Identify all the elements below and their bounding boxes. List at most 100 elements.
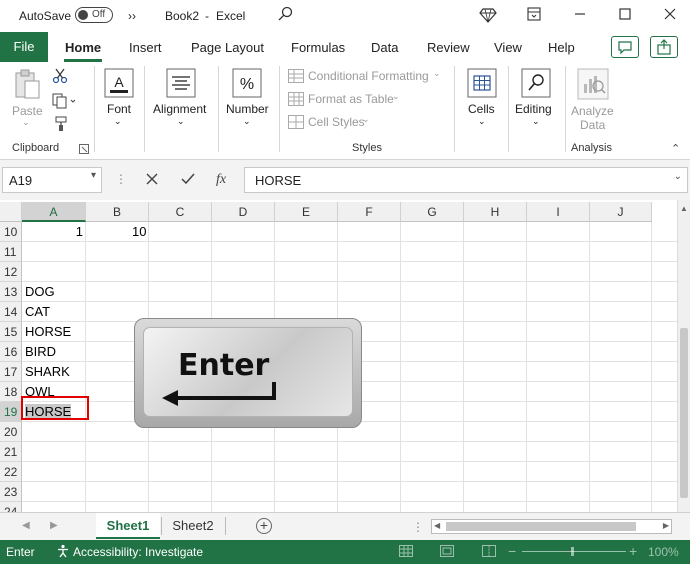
cell-a13[interactable]: DOG (25, 282, 85, 302)
scroll-thumb[interactable] (680, 328, 688, 498)
column-header-f[interactable]: F (338, 202, 401, 222)
cells-button[interactable]: Cells ⌄ (462, 66, 502, 132)
quick-access-overflow[interactable]: ›› (128, 9, 136, 23)
scroll-left-icon[interactable]: ◀ (434, 521, 440, 530)
row-header-11[interactable]: 11 (0, 242, 22, 262)
zoom-slider[interactable] (522, 551, 626, 552)
cell-a10[interactable]: 1 (22, 222, 86, 242)
maximize-icon[interactable] (615, 6, 635, 26)
tab-formulas[interactable]: Formulas (291, 40, 345, 55)
zoom-level[interactable]: 100% (648, 545, 679, 559)
next-sheet-icon[interactable]: ▶ (50, 520, 58, 531)
cell-a16[interactable]: BIRD (25, 342, 85, 362)
row-header-13[interactable]: 13 (0, 282, 22, 302)
column-header-j[interactable]: J (590, 202, 652, 222)
row-header-20[interactable]: 20 (0, 422, 22, 442)
vertical-scrollbar[interactable]: ▲ (677, 200, 690, 512)
paste-label: Paste (12, 104, 43, 118)
close-icon[interactable] (660, 6, 680, 26)
sheet-tab-sheet1[interactable]: Sheet1 (96, 513, 160, 539)
zoom-slider-thumb[interactable] (571, 547, 574, 556)
accessibility-status[interactable]: Accessibility: Investigate (73, 545, 203, 559)
scroll-right-icon[interactable]: ▶ (663, 521, 669, 530)
row-header-10[interactable]: 10 (0, 222, 22, 242)
row-header-23[interactable]: 23 (0, 482, 22, 502)
scroll-up-icon[interactable]: ▲ (680, 204, 688, 213)
cell-a17[interactable]: SHARK (25, 362, 85, 382)
cell-styles-button[interactable]: Cell Styles ⌄ (288, 114, 378, 132)
accessibility-icon[interactable] (56, 544, 70, 561)
tab-help[interactable]: Help (548, 40, 575, 55)
enter-checkmark-icon[interactable] (180, 172, 196, 189)
horizontal-scrollbar[interactable]: ◀ ▶ (431, 519, 672, 534)
font-button[interactable]: A Font ⌄ (100, 66, 138, 132)
name-box[interactable]: A19 ▾ (2, 167, 102, 193)
column-header-a[interactable]: A (22, 202, 86, 222)
format-painter-icon[interactable] (52, 116, 68, 135)
cut-icon[interactable] (52, 68, 68, 87)
search-icon[interactable] (275, 6, 295, 26)
row-header-22[interactable]: 22 (0, 462, 22, 482)
diamond-icon[interactable] (478, 6, 498, 26)
tab-divider (225, 517, 226, 535)
column-header-i[interactable]: I (527, 202, 590, 222)
name-box-dropdown-icon[interactable]: ▾ (91, 170, 96, 181)
analyze-data-icon (577, 68, 609, 100)
minimize-icon[interactable] (570, 6, 590, 26)
expand-formula-icon[interactable]: ⌄ (674, 171, 682, 182)
column-header-h[interactable]: H (464, 202, 527, 222)
row-header-18[interactable]: 18 (0, 382, 22, 402)
analyze-data-button[interactable]: Analyze Data (569, 66, 619, 136)
tab-file[interactable]: File (0, 32, 48, 62)
add-sheet-button[interactable]: + (256, 518, 272, 534)
format-as-table-button[interactable]: Format as Table ⌄ (288, 91, 408, 109)
insert-function-icon[interactable]: fx (216, 172, 226, 188)
tab-page-layout[interactable]: Page Layout (191, 40, 264, 55)
column-header-e[interactable]: E (275, 202, 338, 222)
tab-view[interactable]: View (494, 40, 522, 55)
row-header-19[interactable]: 19 (0, 402, 22, 422)
row-header-12[interactable]: 12 (0, 262, 22, 282)
tab-review[interactable]: Review (427, 40, 470, 55)
table-icon (288, 92, 304, 106)
column-header-c[interactable]: C (149, 202, 212, 222)
copy-icon[interactable] (52, 93, 78, 112)
column-header-g[interactable]: G (401, 202, 464, 222)
share-button[interactable] (650, 36, 678, 58)
select-all-corner[interactable] (0, 202, 22, 222)
ribbon-display-icon[interactable] (524, 6, 544, 26)
autosave-toggle[interactable]: Off (75, 7, 113, 23)
row-header-15[interactable]: 15 (0, 322, 22, 342)
column-header-b[interactable]: B (86, 202, 149, 222)
dialog-launcher-icon[interactable] (79, 143, 89, 157)
row-header-16[interactable]: 16 (0, 342, 22, 362)
cell-a14[interactable]: CAT (25, 302, 85, 322)
row-header-14[interactable]: 14 (0, 302, 22, 322)
sheet-tab-sheet2[interactable]: Sheet2 (162, 513, 224, 539)
cancel-icon[interactable] (145, 172, 159, 189)
cell-b10[interactable]: 10 (86, 222, 150, 242)
row-header-24[interactable]: 24 (0, 502, 22, 512)
paste-button[interactable]: Paste ⌄ (8, 68, 46, 128)
number-button[interactable]: % Number ⌄ (222, 66, 274, 132)
alignment-button[interactable]: Alignment ⌄ (150, 66, 212, 132)
tab-home[interactable]: Home (65, 40, 101, 55)
conditional-formatting-button[interactable]: Conditional Formatting ⌄ (288, 68, 448, 86)
zoom-in-icon[interactable]: + (629, 543, 637, 559)
page-break-preview-icon[interactable] (482, 545, 496, 560)
zoom-out-icon[interactable]: − (508, 543, 516, 559)
editing-button[interactable]: Editing ⌄ (512, 66, 560, 132)
prev-sheet-icon[interactable]: ◀ (22, 520, 30, 531)
column-header-d[interactable]: D (212, 202, 275, 222)
comments-button[interactable] (611, 36, 639, 58)
row-header-21[interactable]: 21 (0, 442, 22, 462)
tab-insert[interactable]: Insert (129, 40, 162, 55)
collapse-ribbon-icon[interactable]: ⌃ (671, 142, 680, 155)
cell-a15[interactable]: HORSE (25, 322, 85, 342)
row-header-17[interactable]: 17 (0, 362, 22, 382)
formula-input[interactable]: HORSE ⌄ (244, 167, 688, 193)
horizontal-scroll-thumb[interactable] (446, 522, 636, 531)
tab-data[interactable]: Data (371, 40, 398, 55)
normal-view-icon[interactable] (399, 545, 413, 560)
page-layout-icon[interactable] (440, 545, 454, 560)
